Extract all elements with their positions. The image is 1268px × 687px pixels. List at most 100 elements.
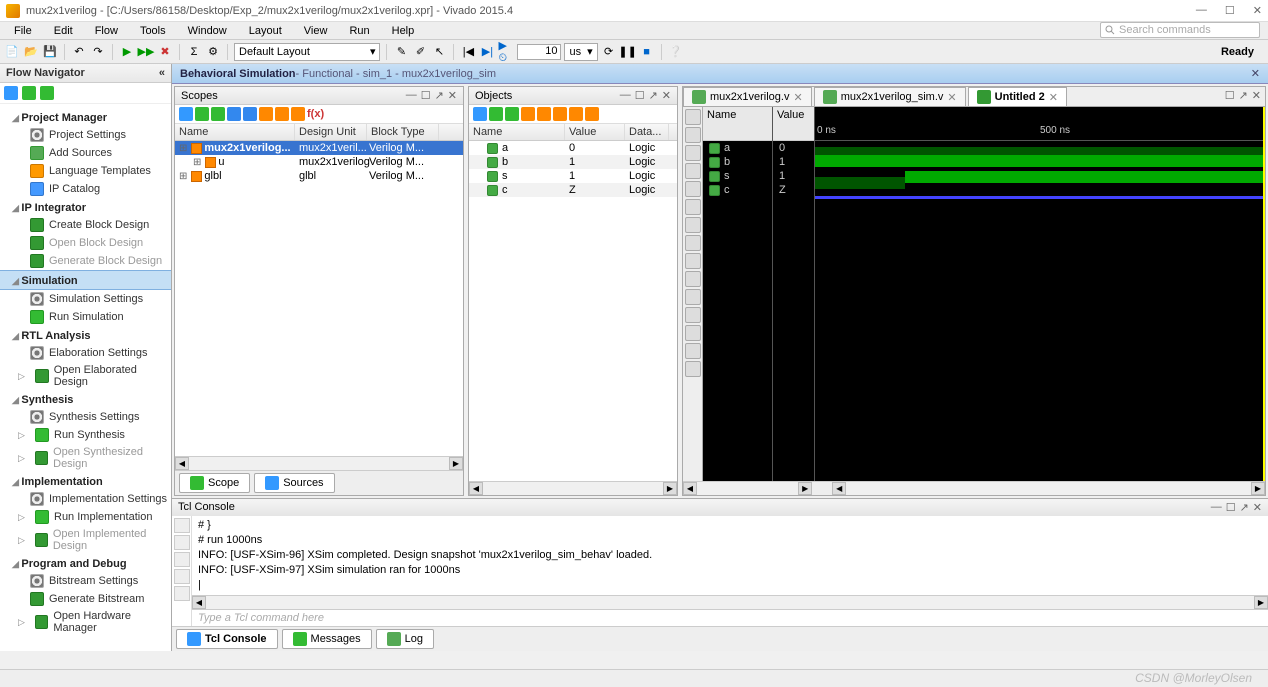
- nav-elaboration-settings[interactable]: Elaboration Settings: [0, 344, 171, 362]
- search-icon[interactable]: [473, 107, 487, 121]
- close-icon[interactable]: ✕: [662, 89, 671, 102]
- scroll-right2[interactable]: ▶: [1251, 482, 1265, 495]
- add-marker-icon[interactable]: [685, 271, 701, 287]
- menu-view[interactable]: View: [294, 25, 338, 37]
- collapse-icon[interactable]: [211, 107, 225, 121]
- undo-icon[interactable]: ↶: [71, 44, 87, 60]
- nav-project-settings[interactable]: Project Settings: [0, 126, 171, 144]
- zoom-out-icon[interactable]: [685, 145, 701, 161]
- cancel-icon[interactable]: ✖: [157, 44, 173, 60]
- clear-icon[interactable]: [174, 518, 190, 533]
- scope-row[interactable]: umux2x1verilogVerilog M...: [175, 155, 463, 169]
- scroll-left2[interactable]: ◀: [832, 482, 846, 495]
- min-icon[interactable]: —: [620, 89, 631, 102]
- menu-layout[interactable]: Layout: [239, 25, 292, 37]
- layout-combobox[interactable]: Default Layout▾: [234, 43, 380, 61]
- tab-src-2[interactable]: mux2x1verilog_sim.v✕: [814, 87, 966, 106]
- menu-help[interactable]: Help: [382, 25, 425, 37]
- stop-icon[interactable]: ■: [639, 44, 655, 60]
- scroll-left[interactable]: ◀: [683, 482, 697, 495]
- expand-icon[interactable]: [489, 107, 503, 121]
- menu-edit[interactable]: Edit: [44, 25, 83, 37]
- search-icon[interactable]: [174, 569, 190, 584]
- go-start-icon[interactable]: [685, 199, 701, 215]
- gear-icon[interactable]: ⚙: [205, 44, 221, 60]
- wave-canvas[interactable]: 1,000.000 ns 0 ns 500 ns: [815, 107, 1265, 481]
- nav-open-hardware-manager[interactable]: Open Hardware Manager: [0, 608, 171, 636]
- pointer-icon[interactable]: ↖: [431, 44, 447, 60]
- collapse-icon[interactable]: [505, 107, 519, 121]
- pause-icon[interactable]: ❚❚: [620, 44, 636, 60]
- filter2-icon[interactable]: [243, 107, 257, 121]
- nav-bitstream-settings[interactable]: Bitstream Settings: [0, 572, 171, 590]
- col-block[interactable]: Block Type: [367, 124, 439, 140]
- col-value[interactable]: Value: [565, 124, 625, 140]
- filter3-icon[interactable]: [553, 107, 567, 121]
- run-for-icon[interactable]: ▶⏲: [498, 44, 514, 60]
- nav-generate-bitstream[interactable]: Generate Bitstream: [0, 590, 171, 608]
- filter-icon[interactable]: [227, 107, 241, 121]
- pop-icon[interactable]: ↗: [435, 89, 444, 102]
- section-implementation[interactable]: Implementation: [0, 472, 171, 490]
- close-sim-icon[interactable]: ✕: [1251, 67, 1260, 80]
- filter-icon[interactable]: [521, 107, 535, 121]
- inst3-icon[interactable]: [291, 107, 305, 121]
- max-icon[interactable]: ☐: [635, 89, 645, 102]
- close-tab-icon[interactable]: ✕: [947, 91, 956, 104]
- tab-src-1[interactable]: mux2x1verilog.v✕: [683, 87, 812, 106]
- nav-simulation-settings[interactable]: Simulation Settings: [0, 290, 171, 308]
- prev-marker-icon[interactable]: [685, 289, 701, 305]
- pause-icon[interactable]: [174, 552, 190, 567]
- save-icon[interactable]: 💾: [42, 44, 58, 60]
- menu-window[interactable]: Window: [178, 25, 237, 37]
- help-icon[interactable]: ❔: [668, 44, 684, 60]
- zoom-in-icon[interactable]: [685, 127, 701, 143]
- menu-file[interactable]: File: [4, 25, 42, 37]
- close-tab-icon[interactable]: ✕: [793, 91, 802, 104]
- tcl-command-input[interactable]: Type a Tcl command here: [192, 609, 1268, 626]
- col-unit[interactable]: Design Unit: [295, 124, 367, 140]
- inst-icon[interactable]: [259, 107, 273, 121]
- scroll-left[interactable]: ◀: [469, 482, 483, 495]
- section-project-manager[interactable]: Project Manager: [0, 108, 171, 126]
- cursor-line[interactable]: [1263, 107, 1265, 481]
- nav-run-simulation[interactable]: Run Simulation: [0, 308, 171, 326]
- close-icon[interactable]: ✕: [448, 89, 457, 102]
- wand-icon[interactable]: ✎: [393, 44, 409, 60]
- tab-tcl-console[interactable]: Tcl Console: [176, 629, 278, 649]
- save-icon[interactable]: [685, 109, 701, 125]
- menu-flow[interactable]: Flow: [85, 25, 128, 37]
- nav-add-sources[interactable]: Add Sources: [0, 144, 171, 162]
- float-icon[interactable]: [685, 343, 701, 359]
- scroll-right[interactable]: ▶: [798, 482, 812, 495]
- maximize-button[interactable]: ☐: [1225, 4, 1235, 17]
- time-unit-combo[interactable]: us▾: [564, 43, 597, 61]
- object-row[interactable]: cZLogic: [469, 183, 677, 197]
- new-icon[interactable]: 📄: [4, 44, 20, 60]
- max-icon[interactable]: ☐: [1225, 89, 1235, 104]
- pop-icon[interactable]: ↗: [1240, 501, 1249, 514]
- scroll-left[interactable]: ◀: [175, 457, 189, 470]
- object-row[interactable]: a0Logic: [469, 141, 677, 155]
- section-synthesis[interactable]: Synthesis: [0, 390, 171, 408]
- menu-run[interactable]: Run: [339, 25, 379, 37]
- nav-run-implementation[interactable]: Run Implementation: [0, 508, 171, 526]
- trash-icon[interactable]: [174, 586, 190, 601]
- play-icon[interactable]: ▶: [119, 44, 135, 60]
- expand-icon[interactable]: [195, 107, 209, 121]
- nav-open-synthesized-design[interactable]: Open Synthesized Design: [0, 444, 171, 472]
- nav-open-elaborated-design[interactable]: Open Elaborated Design: [0, 362, 171, 390]
- nav-open-implemented-design[interactable]: Open Implemented Design: [0, 526, 171, 554]
- scope-row[interactable]: glblglblVerilog M...: [175, 169, 463, 183]
- scroll-right[interactable]: ▶: [1254, 596, 1268, 609]
- section-rtl-analysis[interactable]: RTL Analysis: [0, 326, 171, 344]
- close-tab-icon[interactable]: ✕: [1049, 91, 1058, 104]
- inst2-icon[interactable]: [275, 107, 289, 121]
- tab-sources[interactable]: Sources: [254, 473, 334, 493]
- zoom-fit-icon[interactable]: [685, 163, 701, 179]
- wave-signal-name[interactable]: c: [703, 183, 772, 197]
- nav-open-block-design[interactable]: Open Block Design: [0, 234, 171, 252]
- pop-icon[interactable]: ↗: [1239, 89, 1248, 104]
- max-icon[interactable]: ☐: [421, 89, 431, 102]
- scope-row[interactable]: mux2x1verilog...mux2x1veril...Verilog M.…: [175, 141, 463, 155]
